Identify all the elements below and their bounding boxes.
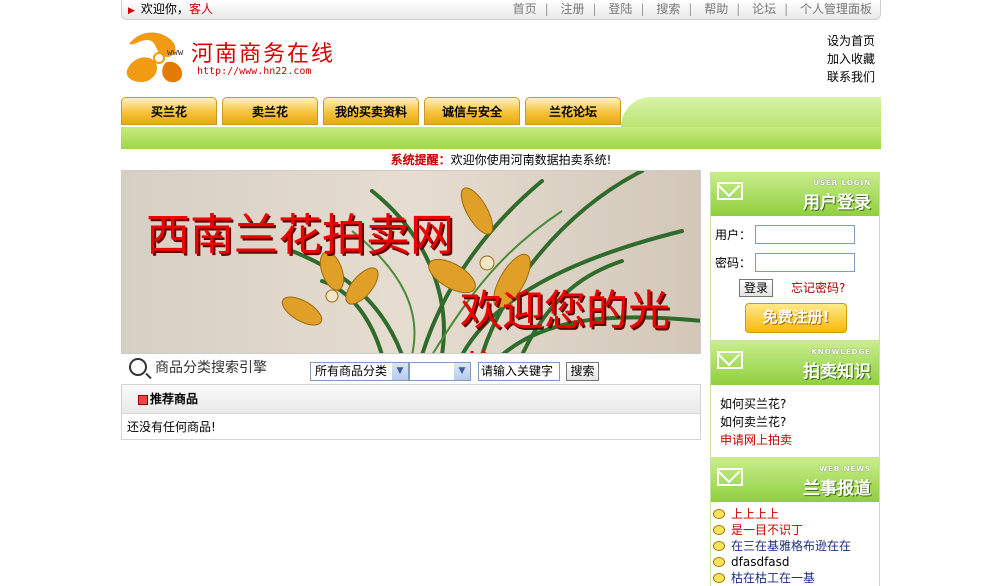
username-field[interactable] <box>755 225 855 244</box>
speech-bubble-icon <box>713 557 725 567</box>
tab-my-trades[interactable]: 我的买卖资料 <box>323 97 419 125</box>
magnifier-icon <box>129 358 147 376</box>
recommended-empty: 还没有任何商品! <box>127 420 216 434</box>
tab-buy-orchid[interactable]: 买兰花 <box>121 97 217 125</box>
top-nav-search[interactable]: 搜索 <box>656 2 680 16</box>
quick-links: 设为首页 加入收藏 联系我们 <box>827 32 875 86</box>
recommended-title: 推荐商品 <box>150 392 199 406</box>
speech-bubble-icon <box>713 541 725 551</box>
welcome-text: ▶ 欢迎你，客人 <box>128 0 213 21</box>
news-title-en: WEB NEWS <box>819 465 871 473</box>
login-form: 用户： 密码： 登录 忘记密码? 免费注册! <box>711 216 879 340</box>
top-nav-help[interactable]: 帮助 <box>704 2 728 16</box>
username-label: 用户： <box>715 228 752 242</box>
top-bar: ▶ 欢迎你，客人 首页 | 注册 | 登陆 | 搜索 | 帮助 | 论坛 | 个人管理面板 <box>121 0 881 20</box>
welcome-label: 欢迎你， <box>140 2 189 16</box>
logo-title: 河南商务在线 <box>191 42 336 67</box>
recommended-products: 推荐商品 还没有任何商品! <box>121 384 701 440</box>
free-register-button[interactable]: 免费注册! <box>745 303 847 333</box>
nav-bar <box>121 127 881 149</box>
site-logo[interactable]: www 河南商务在线 http://www.hn22.com <box>123 26 343 88</box>
banner-image: 西南兰花拍卖网 欢迎您的光临 <box>121 170 701 354</box>
top-nav-admin-panel[interactable]: 个人管理面板 <box>800 2 872 16</box>
news-title-cn: 兰事报道 <box>803 479 871 499</box>
keyword-input[interactable]: 请输入关键字 <box>478 362 560 381</box>
password-label: 密码： <box>715 256 752 270</box>
chevron-down-icon: ▼ <box>454 363 470 380</box>
speech-bubble-icon <box>713 573 725 583</box>
bullet-icon <box>138 394 148 405</box>
top-nav: 首页 | 注册 | 登陆 | 搜索 | 帮助 | 论坛 | 个人管理面板 <box>512 2 872 16</box>
notice-label: 系统提醒： <box>390 153 451 167</box>
login-title-en: USER LOGIN <box>813 179 871 187</box>
envelope-icon <box>717 468 743 486</box>
recommended-header: 推荐商品 <box>122 385 700 414</box>
guest-label: 客人 <box>188 2 213 16</box>
news-item[interactable]: 枯在枯工在一基 <box>713 570 879 586</box>
search-button[interactable]: 搜索 <box>566 362 599 381</box>
sidebar: USER LOGIN 用户登录 用户： 密码： 登录 忘记密码? 免费注册! K… <box>710 172 880 586</box>
envelope-icon <box>717 182 743 200</box>
nav-decoration <box>621 97 881 129</box>
logo-url: http://www.hn22.com <box>197 66 312 77</box>
arrow-right-icon: ▶ <box>128 6 135 16</box>
news-list: 上上上上 是一目不识丁 在三在基雅格布逊在在 dfasdfasd 枯在枯工在一基 <box>711 502 879 586</box>
envelope-icon <box>717 351 743 369</box>
add-favorite-link[interactable]: 加入收藏 <box>827 50 875 68</box>
speech-bubble-icon <box>713 509 725 519</box>
knowledge-title-cn: 拍卖知识 <box>803 362 871 382</box>
news-box-header: WEB NEWS 兰事报道 <box>711 458 879 502</box>
search-label-text: 商品分类搜索引擎 <box>155 360 267 376</box>
search-label: 商品分类搜索引擎 <box>129 357 267 377</box>
knowledge-box-header: KNOWLEDGE 拍卖知识 <box>711 341 879 385</box>
tab-orchid-forum[interactable]: 兰花论坛 <box>525 97 621 125</box>
system-notice: 系统提醒：欢迎你使用河南数据拍卖系统! <box>121 152 881 168</box>
news-item-title: dfasdfasd <box>731 555 790 569</box>
subcategory-select[interactable]: ▼ <box>409 362 471 381</box>
knowledge-box: KNOWLEDGE 拍卖知识 如何买兰花? 如何卖兰花? 申请网上拍卖 <box>710 341 880 458</box>
news-item[interactable]: 是一目不识丁 <box>713 522 879 538</box>
contact-us-link[interactable]: 联系我们 <box>827 68 875 86</box>
news-item[interactable]: 在三在基雅格布逊在在 <box>713 538 879 554</box>
main-nav: 买兰花 卖兰花 我的买卖资料 诚信与安全 兰花论坛 <box>121 97 881 149</box>
forgot-password-link[interactable]: 忘记密码? <box>791 279 845 296</box>
top-nav-forum[interactable]: 论坛 <box>752 2 776 16</box>
news-item-title: 在三在基雅格布逊在在 <box>731 539 852 553</box>
notice-text: 欢迎你使用河南数据拍卖系统! <box>450 153 612 167</box>
news-box: WEB NEWS 兰事报道 上上上上 是一目不识丁 在三在基雅格布逊在在 dfa… <box>710 458 880 586</box>
category-select-value: 所有商品分类 <box>315 364 388 378</box>
knowledge-item[interactable]: 申请网上拍卖 <box>720 431 879 449</box>
news-item[interactable]: dfasdfasd <box>713 554 879 570</box>
knowledge-item[interactable]: 如何买兰花? <box>720 395 879 413</box>
top-nav-login[interactable]: 登陆 <box>608 2 632 16</box>
tab-trust-safety[interactable]: 诚信与安全 <box>424 97 520 125</box>
knowledge-item[interactable]: 如何卖兰花? <box>720 413 879 431</box>
set-homepage-link[interactable]: 设为首页 <box>827 32 875 50</box>
speech-bubble-icon <box>713 525 725 535</box>
category-select[interactable]: 所有商品分类 ▼ <box>310 362 409 381</box>
news-item-title: 枯在枯工在一基 <box>731 571 816 585</box>
login-box-header: USER LOGIN 用户登录 <box>711 172 879 216</box>
knowledge-title-en: KNOWLEDGE <box>811 348 871 356</box>
logo-www: www <box>167 48 184 58</box>
login-button[interactable]: 登录 <box>739 279 773 297</box>
knowledge-list: 如何买兰花? 如何卖兰花? 申请网上拍卖 <box>711 385 879 457</box>
news-item-title: 上上上上 <box>731 507 780 521</box>
news-item[interactable]: 上上上上 <box>713 506 879 522</box>
login-box: USER LOGIN 用户登录 用户： 密码： 登录 忘记密码? 免费注册! <box>710 172 880 341</box>
tab-sell-orchid[interactable]: 卖兰花 <box>222 97 318 125</box>
banner-title: 西南兰花拍卖网 <box>146 210 454 261</box>
login-title-cn: 用户登录 <box>803 193 871 213</box>
chevron-down-icon: ▼ <box>392 363 408 380</box>
news-item-title: 是一目不识丁 <box>731 523 804 537</box>
top-nav-register[interactable]: 注册 <box>561 2 585 16</box>
category-search: 商品分类搜索引擎 所有商品分类 ▼ ▼ 请输入关键字 搜索 <box>121 354 701 384</box>
banner-welcome: 欢迎您的光临 <box>460 286 671 353</box>
password-field[interactable] <box>755 253 855 272</box>
top-nav-home[interactable]: 首页 <box>513 2 537 16</box>
